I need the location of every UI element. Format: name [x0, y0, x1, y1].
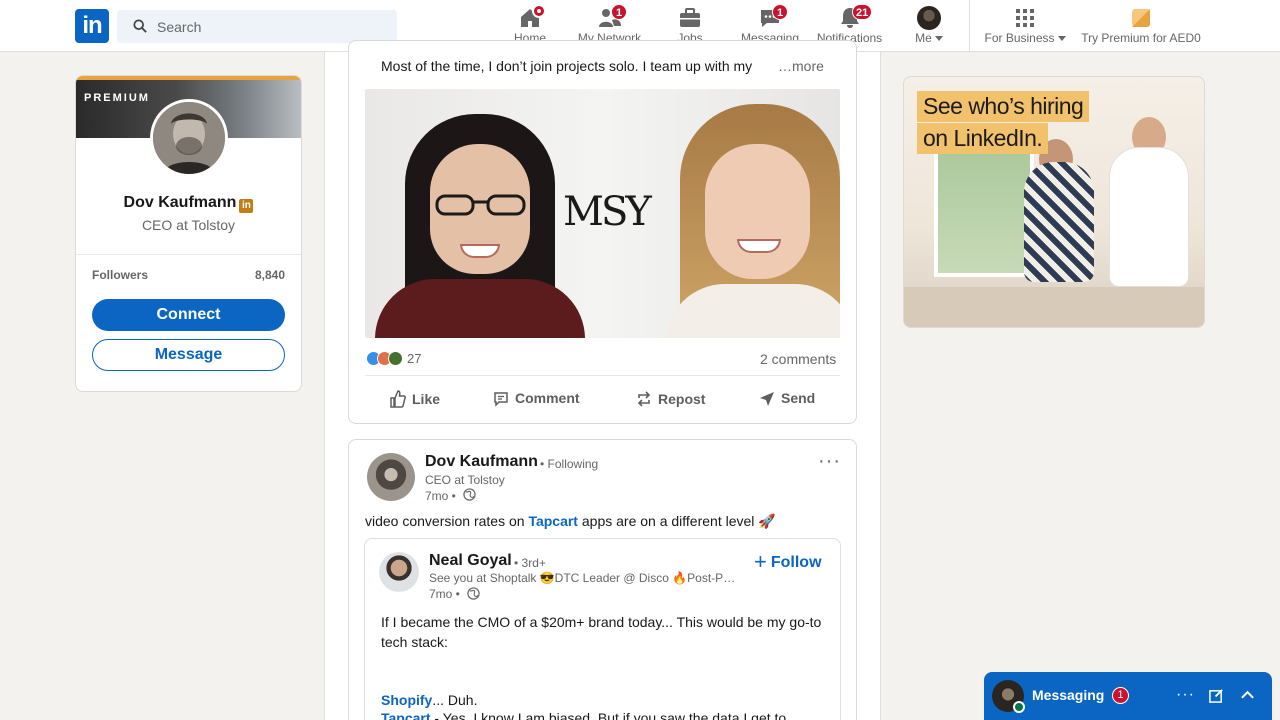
message-button[interactable]: Message: [92, 339, 285, 371]
send-icon: [760, 392, 774, 406]
shared-post-line: Shopify... Duh.: [381, 692, 477, 708]
ad-person: [1024, 162, 1094, 282]
shared-author-name[interactable]: Neal Goyal: [429, 552, 512, 570]
reaction-count[interactable]: 27: [407, 351, 421, 366]
chevron-up-icon[interactable]: [1240, 690, 1255, 700]
like-label: Like: [412, 391, 441, 407]
followers-label: Followers: [92, 268, 149, 282]
author-title: CEO at Tolstoy: [425, 473, 505, 487]
messaging-label[interactable]: Messaging: [1032, 687, 1104, 703]
shopify-link[interactable]: Shopify: [381, 692, 432, 708]
follow-button[interactable]: + Follow: [754, 549, 822, 575]
support-reaction-icon: [388, 351, 403, 366]
shared-post-time: 7mo •: [429, 587, 460, 601]
profile-name-row: Dov Kaufmann in: [76, 194, 301, 213]
grid-icon: [1016, 9, 1034, 27]
mention-tapcart[interactable]: Tapcart: [528, 513, 578, 529]
repost-button[interactable]: Repost: [636, 390, 705, 410]
me-avatar: [917, 6, 941, 30]
plus-icon: +: [754, 549, 767, 574]
network-badge: 1: [611, 4, 627, 20]
linkedin-premium-icon: in: [239, 199, 254, 213]
tapcart-link[interactable]: Tapcart: [381, 710, 431, 720]
ad-window: [934, 137, 1034, 277]
nav-me-label: Me: [915, 31, 932, 45]
comment-button[interactable]: Comment: [493, 390, 580, 410]
shared-post-line: Tapcart - Yes, I know I am biased. But i…: [381, 710, 786, 720]
divider: [365, 375, 840, 376]
author-avatar[interactable]: [367, 453, 415, 501]
briefcase-icon: [680, 8, 700, 27]
notifications-badge: 21: [852, 4, 873, 20]
globe-icon: [463, 488, 476, 501]
profile-name[interactable]: Dov Kaufmann: [124, 194, 237, 211]
post-image[interactable]: MSY: [365, 89, 840, 338]
nav-for-business-label-wrap: For Business: [980, 31, 1070, 45]
nav-for-business-label: For Business: [984, 31, 1055, 45]
profile-card: PREMIUM Dov Kaufmann in CEO at Tolstoy Fo…: [75, 75, 302, 392]
shared-author-headline: See you at Shoptalk 😎DTC Leader @ Disco …: [429, 571, 736, 585]
premium-icon: [1132, 9, 1150, 27]
nav-divider: [969, 0, 970, 52]
shared-post-line-rest: ... Duh.: [432, 692, 478, 708]
profile-photo-icon: [153, 102, 225, 174]
connect-button[interactable]: Connect: [92, 299, 285, 331]
linkedin-logo-icon[interactable]: in: [75, 9, 109, 43]
caret-down-icon: [934, 36, 943, 42]
post-text-start: video conversion rates on: [365, 513, 529, 529]
search-icon: [133, 19, 147, 33]
ad-headline: on LinkedIn.: [917, 123, 1049, 154]
thumbs-up-icon: [390, 390, 406, 408]
premium-label: PREMIUM: [84, 92, 150, 104]
nav-try-premium-label: Try Premium for AED0: [1081, 31, 1201, 45]
globe-icon: [467, 587, 480, 600]
ad-floor: [904, 287, 1204, 327]
post-text-end: apps are on a different level 🚀: [577, 513, 776, 529]
nav-me[interactable]: Me: [900, 0, 958, 52]
ad-headline: See who’s hiring: [917, 91, 1090, 122]
profile-title: CEO at Tolstoy: [141, 217, 236, 233]
post-image-logo: MSY: [563, 189, 652, 235]
more-options-icon[interactable]: ···: [818, 450, 841, 473]
search-box[interactable]: [117, 10, 397, 43]
glasses-icon: [435, 194, 526, 216]
see-more-link[interactable]: …more: [778, 58, 824, 74]
followers-count: 8,840: [254, 268, 285, 282]
shared-post-text: If I became the CMO of a $20m+ brand tod…: [381, 614, 822, 650]
comment-icon: [494, 392, 508, 407]
post-text: video conversion rates on Tapcart apps a…: [365, 513, 776, 530]
online-status-icon: [1013, 701, 1025, 713]
following-status: • Following: [540, 457, 599, 471]
search-input[interactable]: [157, 10, 387, 43]
ad-person: [1109, 147, 1189, 287]
person-right-face: [705, 144, 810, 279]
hiring-ad[interactable]: See who’s hiring on LinkedIn.: [903, 76, 1205, 328]
repost-label: Repost: [658, 391, 706, 407]
repost-icon: [637, 391, 651, 407]
compose-icon[interactable]: [1209, 688, 1224, 703]
author-name[interactable]: Dov Kaufmann: [425, 453, 538, 471]
more-options-icon[interactable]: ···: [1176, 686, 1195, 704]
connection-degree: • 3rd+: [514, 556, 546, 570]
shared-post-line-rest: - Yes, I know I am biased. But if you sa…: [430, 710, 787, 720]
post-time: 7mo •: [425, 489, 456, 503]
send-label: Send: [781, 390, 816, 406]
shared-author-avatar[interactable]: [379, 552, 419, 592]
comments-count[interactable]: 2 comments: [760, 351, 836, 367]
comment-label: Comment: [515, 390, 580, 406]
nav-try-premium[interactable]: Try Premium for AED0: [1076, 0, 1206, 52]
profile-avatar[interactable]: [150, 99, 228, 177]
nav-me-label-wrap: Me: [900, 31, 958, 45]
caret-down-icon: [1057, 36, 1066, 42]
divider: [76, 254, 301, 255]
like-button[interactable]: Like: [390, 390, 440, 410]
messaging-count-badge: 1: [1112, 687, 1129, 704]
follow-label: Follow: [770, 554, 822, 571]
send-button[interactable]: Send: [759, 390, 815, 410]
person-left-body: [375, 279, 585, 338]
messaging-badge: 1: [772, 4, 788, 20]
home-notification-dot: [532, 4, 546, 18]
nav-for-business[interactable]: For Business: [980, 0, 1070, 52]
post-text: Most of the time, I don’t join projects …: [381, 58, 753, 74]
